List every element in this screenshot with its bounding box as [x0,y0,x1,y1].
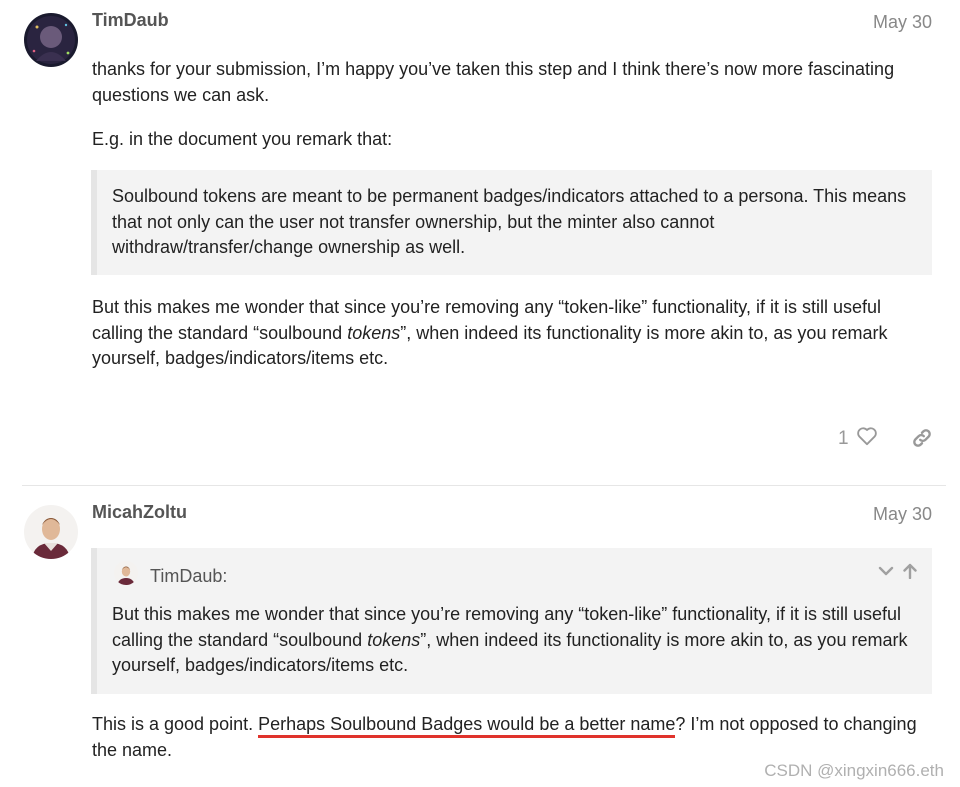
username[interactable]: TimDaub [92,10,169,31]
avatar-timdaub[interactable] [24,13,78,67]
paragraph-text: This is a good point. [92,714,259,734]
emphasis-text: tokens [347,322,401,343]
like-count: 1 [838,428,849,449]
link-icon [911,429,933,454]
blockquote: Soulbound tokens are meant to be permane… [91,170,932,275]
blockquote-text: But this makes me wonder that since you’… [97,592,932,679]
quote-author-avatar[interactable] [114,561,138,585]
highlighted-text: Perhaps Soulbound Badges would be a bett… [258,714,676,738]
share-link-button[interactable] [911,427,933,455]
post-paragraph: thanks for your submission, I’m happy yo… [92,59,895,105]
quote-header: TimDaub: [97,548,932,592]
post-date[interactable]: May 30 [873,12,932,33]
heart-icon [856,426,878,452]
watermark: CSDN @xingxin666.eth [764,761,944,780]
avatar-micahzoltu[interactable] [24,505,78,559]
post-timdaub: TimDaub May 30 thanks for your submissio… [0,0,960,486]
like-button[interactable]: 1 [838,426,878,452]
post-micahzoltu: MicahZoltu May 30 TimDaub: But this make… [0,486,960,787]
emphasis-text: tokens [367,629,421,650]
blockquote-text: Soulbound tokens are meant to be permane… [112,186,907,257]
post-paragraph: But this makes me wonder that since you’… [92,295,922,372]
username[interactable]: MicahZoltu [92,502,187,523]
reply-quote: TimDaub: But this makes me wonder that s… [91,548,932,694]
jump-to-post-arrow-up-icon[interactable] [902,563,918,584]
quote-author[interactable]: TimDaub: [150,566,227,587]
expand-quote-chevron-icon[interactable] [878,563,894,584]
post-date[interactable]: May 30 [873,504,932,525]
post-paragraph: E.g. in the document you remark that: [92,129,393,149]
post-paragraph: This is a good point. Perhaps Soulbound … [92,712,922,763]
